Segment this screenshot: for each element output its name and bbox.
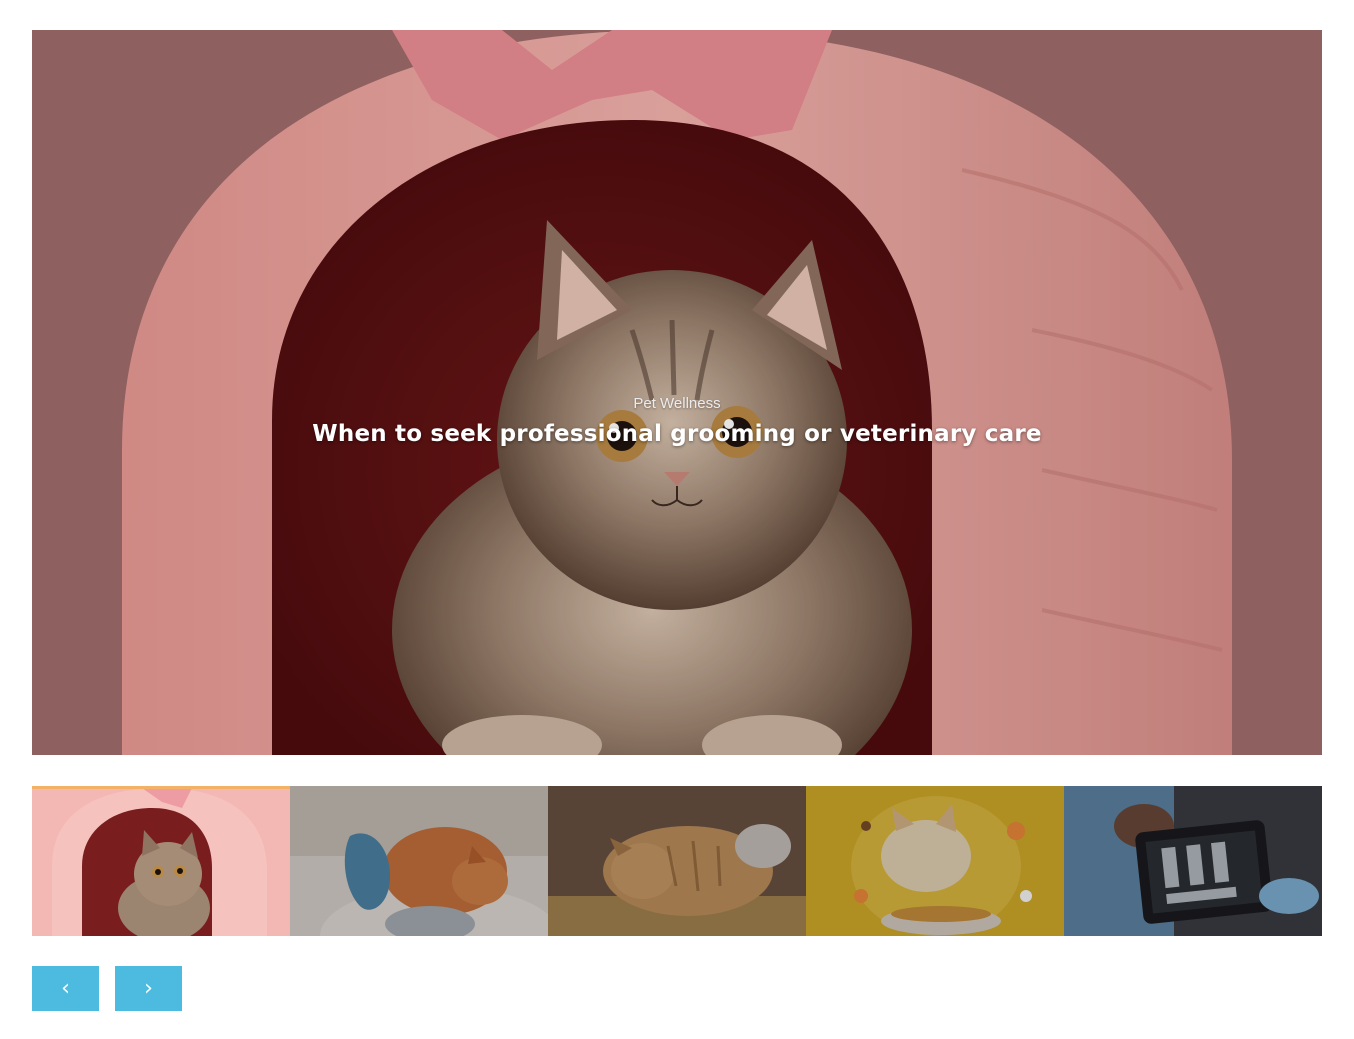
thumbnail-2[interactable]: [290, 786, 548, 936]
thumbnail-image: [290, 786, 548, 936]
hero-category[interactable]: Pet Wellness: [32, 394, 1322, 414]
active-indicator: [32, 786, 290, 789]
thumbnail-1[interactable]: [32, 786, 290, 936]
thumbnail-5[interactable]: [1064, 786, 1322, 936]
hero-overlay: [32, 30, 1322, 755]
hero-caption: Pet Wellness When to seek professional g…: [32, 394, 1322, 449]
chevron-right-icon: ›: [144, 976, 153, 1001]
next-button[interactable]: ›: [115, 966, 182, 1011]
thumbnail-strip: [32, 786, 1322, 936]
chevron-left-icon: ‹: [61, 976, 70, 1001]
thumbnail-3[interactable]: [548, 786, 806, 936]
thumbnail-image: [32, 786, 290, 936]
thumbnail-image: [1064, 786, 1322, 936]
prev-button[interactable]: ‹: [32, 966, 99, 1011]
hero-slide[interactable]: Pet Wellness When to seek professional g…: [32, 30, 1322, 755]
thumbnail-4[interactable]: [806, 786, 1064, 936]
hero-title[interactable]: When to seek professional grooming or ve…: [32, 419, 1322, 449]
thumbnail-image: [548, 786, 806, 936]
thumbnail-image: [806, 786, 1064, 936]
